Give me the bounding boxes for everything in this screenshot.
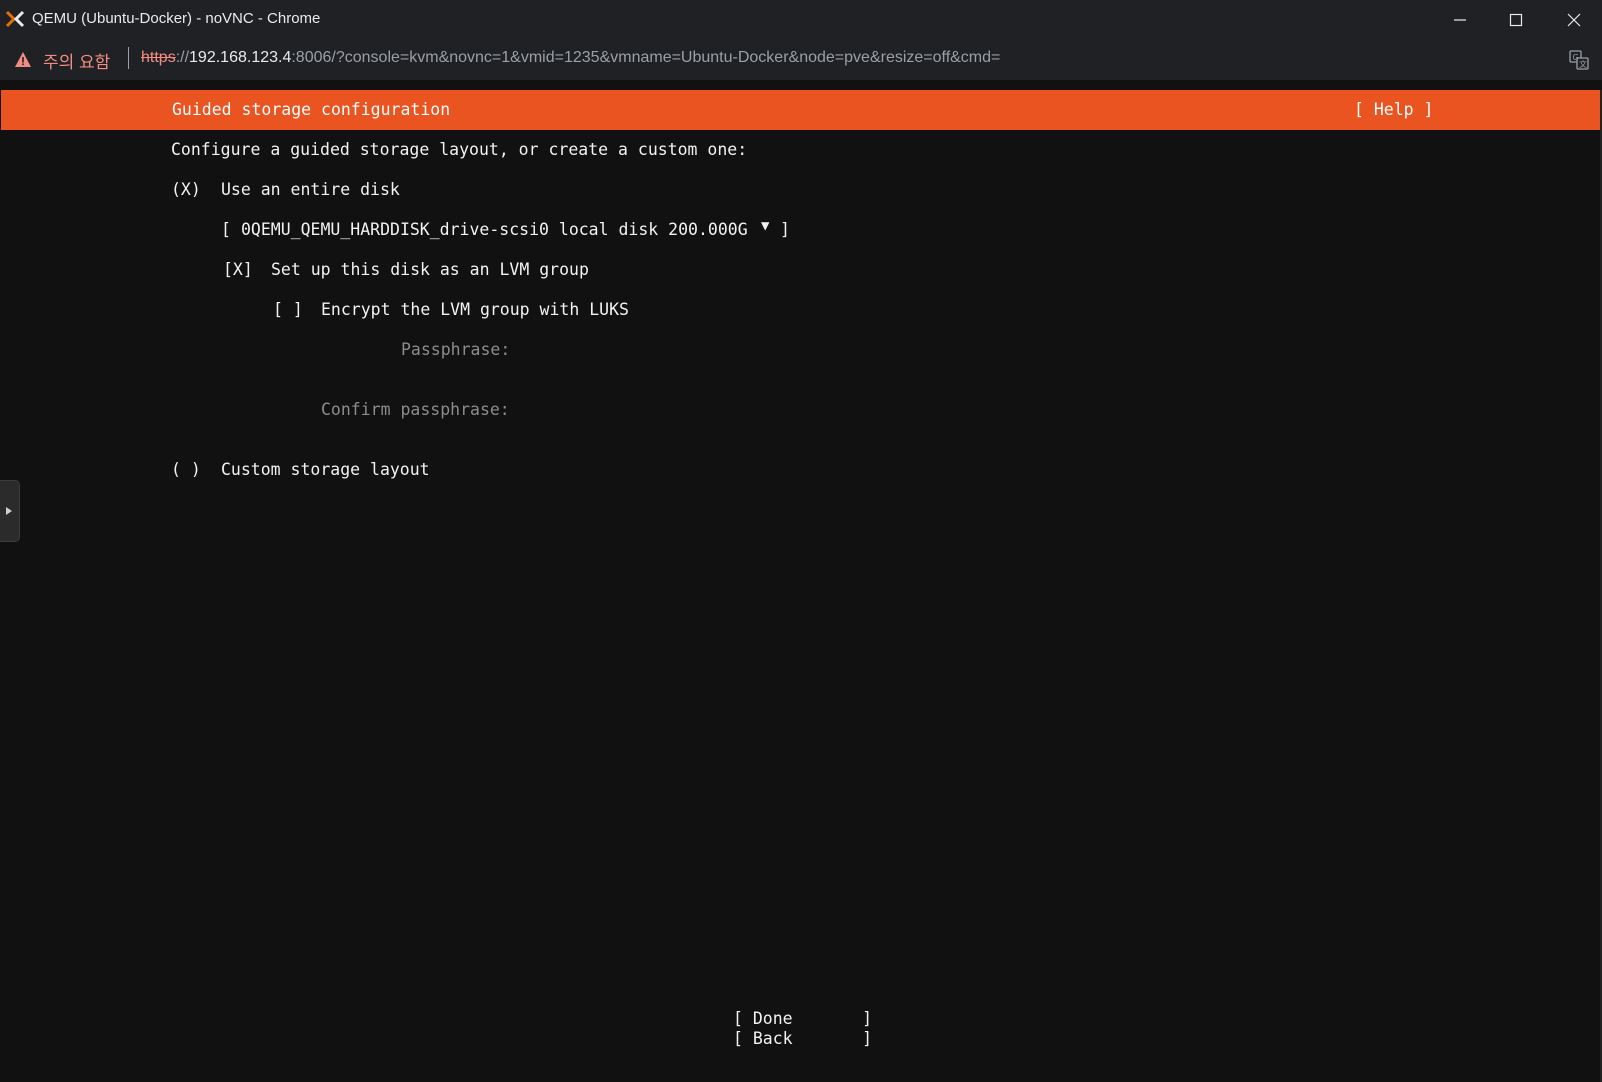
url-text[interactable]: https://192.168.123.4:8006/?console=kvm&… — [141, 49, 1000, 67]
option-entire-disk-label: Use an entire disk — [221, 180, 400, 199]
security-warning-label[interactable]: 주의 요함 — [43, 48, 110, 73]
storage-prompt: Configure a guided storage layout, or cr… — [171, 140, 748, 159]
luks-checkbox[interactable]: [ ] — [273, 300, 303, 319]
window-title: QEMU (Ubuntu-Docker) - noVNC - Chrome — [32, 10, 321, 27]
close-button[interactable] — [1546, 0, 1602, 39]
luks-checkbox-label: Encrypt the LVM group with LUKS — [321, 300, 629, 319]
disk-select-value[interactable]: 0QEMU_QEMU_HARDDISK_drive-scsi0 local di… — [241, 220, 748, 239]
passphrase-label: Passphrase: — [401, 340, 511, 359]
disk-select-open-bracket: [ — [221, 220, 231, 239]
vnc-console[interactable]: Guided storage configuration [ Help ] Co… — [0, 90, 1602, 1082]
url-host: 192.168.123.4 — [189, 49, 292, 66]
back-button[interactable]: [ Back ] — [733, 1029, 872, 1048]
address-separator — [128, 47, 129, 69]
bar-divider — [0, 80, 1602, 90]
lvm-checkbox[interactable]: [X] — [223, 260, 253, 279]
confirm-passphrase-label: Confirm passphrase: — [321, 400, 510, 419]
minimize-icon — [1454, 18, 1466, 21]
warning-triangle-icon[interactable] — [14, 51, 32, 68]
address-bar[interactable]: 주의 요함 https://192.168.123.4:8006/?consol… — [0, 39, 1602, 80]
url-scheme: https — [141, 49, 176, 66]
minimize-button[interactable] — [1432, 0, 1488, 39]
option-custom-radio[interactable]: ( ) — [171, 460, 201, 479]
svg-text:文: 文 — [1579, 59, 1587, 69]
translate-icon[interactable]: G 文 — [1569, 50, 1589, 70]
help-button[interactable]: [ Help ] — [1354, 100, 1433, 119]
browser-window: QEMU (Ubuntu-Docker) - noVNC - Chrome 주의… — [0, 0, 1602, 1082]
close-icon — [1567, 13, 1581, 26]
proxmox-x-icon — [5, 10, 25, 28]
option-custom-label: Custom storage layout — [221, 460, 430, 479]
maximize-button[interactable] — [1488, 0, 1544, 39]
url-path: :8006/?console=kvm&novnc=1&vmid=1235&vmn… — [291, 49, 1001, 66]
chevron-down-icon[interactable]: ▼ — [761, 218, 769, 234]
done-button[interactable]: [ Done ] — [733, 1009, 872, 1028]
option-entire-disk-radio[interactable]: (X) — [171, 180, 201, 199]
maximize-icon — [1509, 13, 1523, 26]
title-bar: QEMU (Ubuntu-Docker) - noVNC - Chrome — [0, 0, 1602, 39]
installer-title: Guided storage configuration — [172, 100, 451, 119]
novnc-sidebar-handle[interactable] — [0, 480, 20, 542]
lvm-checkbox-label: Set up this disk as an LVM group — [271, 260, 589, 279]
url-scheme-separator: :// — [175, 49, 190, 66]
sidebar-expand-icon — [6, 507, 12, 515]
installer-header: Guided storage configuration [ Help ] — [1, 90, 1602, 130]
disk-select-close-bracket: ] — [780, 220, 790, 239]
